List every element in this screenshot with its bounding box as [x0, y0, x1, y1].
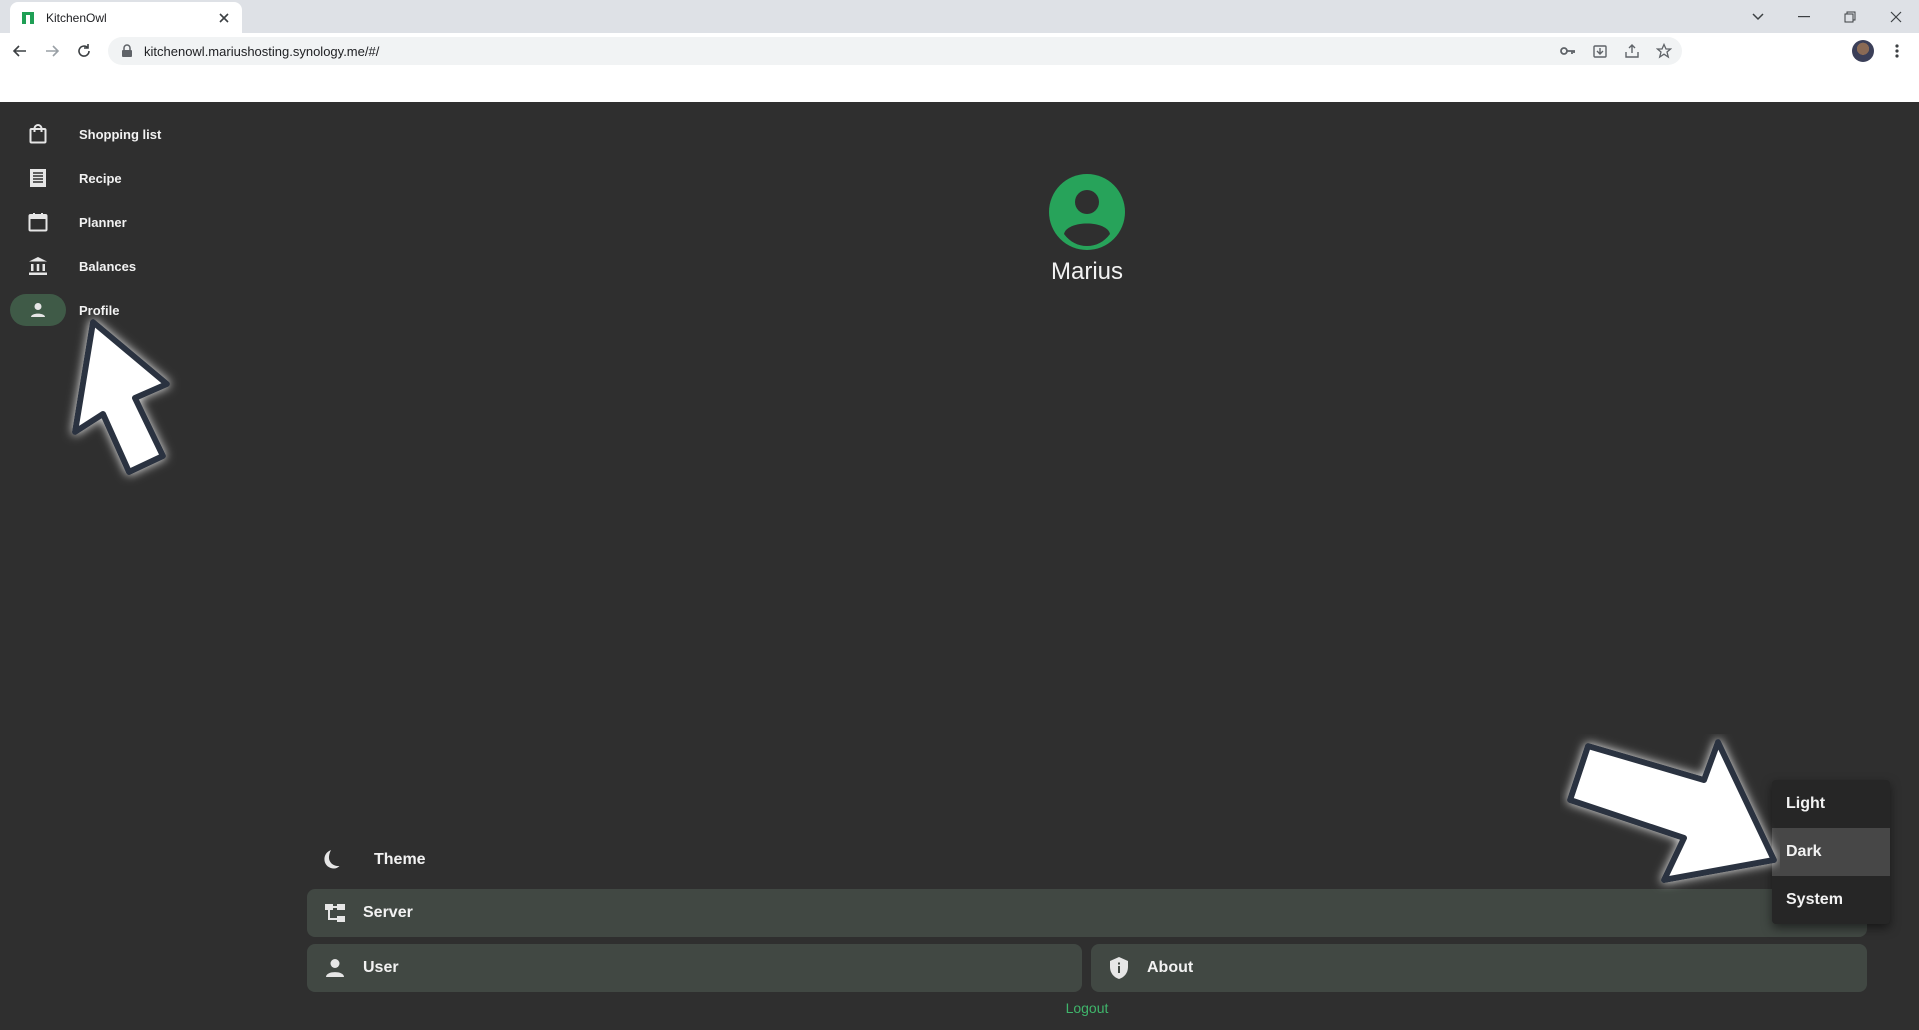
person-icon — [326, 959, 344, 977]
theme-option-system[interactable]: System — [1772, 876, 1890, 924]
about-button[interactable]: About — [1091, 944, 1867, 992]
profile-name: Marius — [1050, 258, 1123, 285]
theme-option-light[interactable]: Light — [1772, 780, 1890, 828]
kitchenowl-favicon-icon — [21, 10, 35, 25]
browser-toolbar: kitchenowl.mariushosting.synology.me/#/ — [0, 33, 1919, 69]
browser-profile-avatar[interactable] — [1852, 40, 1874, 62]
app-content: Shopping list Recipe Planner Balances Pr… — [0, 102, 1919, 1030]
sidebar: Shopping list Recipe Planner Balances Pr… — [10, 112, 210, 332]
server-tree-icon — [325, 904, 345, 922]
back-arrow-icon[interactable] — [8, 39, 32, 63]
url-text: kitchenowl.mariushosting.synology.me/#/ — [144, 43, 380, 59]
annotation-arrow-icon — [1567, 739, 1777, 883]
annotation-arrow-icon — [72, 319, 170, 475]
shield-info-icon — [1110, 957, 1128, 979]
minimize-icon[interactable] — [1781, 0, 1827, 33]
sidebar-item-balances[interactable]: Balances — [10, 244, 210, 288]
forward-arrow-icon[interactable] — [40, 39, 64, 63]
sidebar-item-recipe[interactable]: Recipe — [10, 156, 210, 200]
sidebar-item-shopping-list[interactable]: Shopping list — [10, 112, 210, 156]
address-bar[interactable]: kitchenowl.mariushosting.synology.me/#/ — [108, 37, 1682, 65]
theme-dropdown-menu: Light Dark System — [1772, 780, 1890, 924]
bookmark-star-icon[interactable] — [1650, 37, 1678, 65]
more-menu-icon[interactable] — [1886, 40, 1908, 62]
theme-label: Theme — [374, 851, 426, 868]
key-icon[interactable] — [1554, 37, 1582, 65]
theme-option-dark[interactable]: Dark — [1772, 828, 1890, 876]
shopping-bag-icon — [29, 124, 47, 144]
user-button[interactable]: User — [307, 944, 1082, 992]
sidebar-item-planner[interactable]: Planner — [10, 200, 210, 244]
share-icon[interactable] — [1618, 37, 1646, 65]
lock-icon — [122, 44, 132, 57]
theme-moon-icon — [324, 850, 340, 869]
profile-avatar-icon — [1049, 174, 1125, 250]
close-window-icon[interactable] — [1873, 0, 1919, 33]
recipe-icon — [30, 169, 46, 187]
page-top-band — [0, 69, 1919, 102]
browser-tabstrip: KitchenOwl — [0, 0, 1919, 33]
tab-title: KitchenOwl — [46, 10, 107, 25]
browser-tab[interactable]: KitchenOwl — [10, 2, 242, 33]
server-button[interactable]: Server — [307, 889, 1867, 937]
restore-icon[interactable] — [1827, 0, 1873, 33]
person-icon — [31, 303, 45, 317]
close-tab-icon[interactable] — [214, 8, 234, 28]
bank-icon — [29, 257, 47, 275]
install-icon[interactable] — [1586, 37, 1614, 65]
tab-search-icon[interactable] — [1742, 0, 1774, 33]
logout-link[interactable]: Logout — [1040, 1000, 1134, 1016]
calendar-icon — [28, 213, 48, 232]
reload-icon[interactable] — [72, 39, 96, 63]
